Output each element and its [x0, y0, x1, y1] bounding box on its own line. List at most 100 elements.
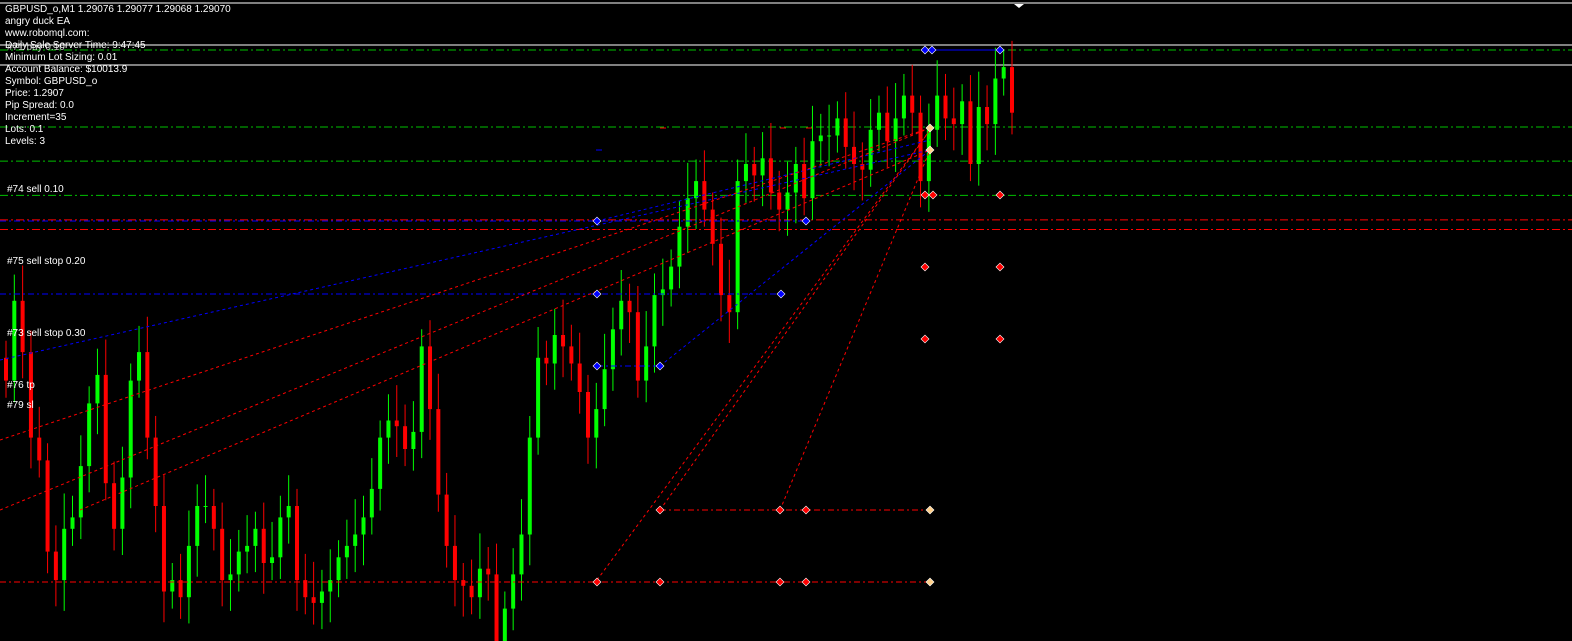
candle-body — [386, 420, 391, 438]
order-label-buy: #71 buy 0.10 — [7, 42, 65, 53]
candle-body — [843, 118, 848, 147]
red-order-arrow-icon — [920, 334, 930, 344]
candle-body — [810, 141, 815, 199]
candle-body — [403, 426, 408, 449]
candle-body — [45, 460, 50, 552]
candle-body — [195, 506, 200, 546]
candle-body — [1001, 67, 1006, 79]
candle-body — [893, 118, 898, 142]
red-order-arrow-icon — [995, 334, 1005, 344]
candle-body — [95, 374, 100, 404]
candle-body — [4, 357, 8, 381]
candle-body — [20, 300, 25, 353]
trade-connector-line — [79, 149, 931, 511]
candle-body — [710, 209, 715, 244]
candle-body — [353, 534, 358, 546]
candle-body — [527, 437, 532, 535]
candle-body — [203, 506, 208, 507]
candle-body — [827, 135, 832, 137]
candle-body — [53, 551, 58, 581]
blue-order-arrow-icon — [655, 361, 665, 371]
candle-body — [910, 95, 915, 113]
candle-body — [569, 346, 574, 364]
min-lot-sizing: Minimum Lot Sizing: 0.01 — [5, 52, 118, 63]
candle-body — [511, 574, 516, 609]
current-price: Price: 1.2907 — [5, 88, 64, 99]
order-label-sl: #79 sl — [7, 400, 34, 411]
ea-website: www.robomql.com: — [5, 28, 90, 39]
candle-body — [236, 551, 241, 575]
candle-body — [502, 608, 507, 641]
red-order-arrow-icon — [801, 577, 811, 587]
candle-body — [270, 557, 275, 563]
blue-order-arrow-icon — [801, 216, 811, 226]
candle-body — [561, 335, 566, 347]
candle-body — [220, 528, 225, 581]
symbol-name: Symbol: GBPUSD_o — [5, 76, 98, 87]
candle-body — [752, 164, 757, 176]
candle-body — [419, 346, 424, 432]
candle-body — [137, 352, 142, 381]
candle-body — [760, 158, 765, 176]
chart-window[interactable]: GBPUSD_o,M1 1.29076 1.29077 1.29068 1.29… — [0, 0, 1572, 641]
candle-body — [743, 164, 748, 182]
candle-body — [685, 198, 690, 227]
candle-body — [319, 591, 324, 603]
candle-body — [436, 409, 441, 495]
candle-body — [768, 158, 773, 193]
candle-body — [211, 506, 216, 529]
candle-body — [469, 585, 474, 598]
levels: Levels: 3 — [5, 136, 46, 147]
candle-body — [585, 392, 590, 438]
red-order-arrow-icon — [655, 505, 665, 515]
candle-body — [253, 528, 258, 546]
blue-order-arrow-icon — [592, 216, 602, 226]
candle-body — [677, 226, 682, 267]
candle-body — [178, 580, 183, 598]
candle-body — [70, 517, 75, 529]
red-order-arrow-icon — [775, 577, 785, 587]
candle-body — [852, 146, 857, 164]
candle-body — [901, 95, 906, 119]
candle-body — [394, 420, 399, 427]
candle-body — [943, 95, 948, 119]
candle-body — [228, 574, 233, 581]
candle-body — [619, 300, 624, 330]
candle-body — [186, 545, 191, 598]
candle-body — [918, 112, 923, 182]
increment: Increment=35 — [5, 112, 67, 123]
candle-body — [876, 112, 881, 130]
candle-body — [644, 346, 649, 381]
blue-order-arrow-icon — [927, 45, 937, 55]
candle-body — [261, 528, 266, 563]
candle-body — [112, 483, 117, 529]
candle-body — [303, 580, 308, 598]
candle-body — [369, 488, 374, 518]
candle-body — [477, 568, 482, 598]
candle-body — [378, 437, 383, 489]
candle-body — [835, 118, 840, 136]
candle-body — [652, 295, 657, 347]
candle-body — [1010, 67, 1014, 113]
order-label-tp: #76 tp — [7, 380, 35, 391]
candle-body — [161, 506, 166, 592]
candle-body — [486, 568, 491, 575]
candle-body — [12, 300, 17, 381]
candle-body — [627, 300, 632, 313]
candle-body — [245, 545, 250, 552]
candle-body — [145, 352, 150, 438]
price-chart[interactable] — [0, 0, 1572, 641]
candle-body — [577, 363, 582, 392]
candle-body — [361, 517, 366, 535]
lots: Lots: 0.1 — [5, 124, 44, 135]
closed-order-arrow-icon — [925, 577, 935, 587]
candle-body — [494, 574, 499, 641]
candle-body — [552, 335, 557, 364]
trade-connector-line — [596, 139, 931, 222]
candle-body — [411, 431, 416, 449]
candle-body — [336, 557, 341, 581]
candle-body — [461, 580, 466, 586]
candle-body — [694, 181, 699, 199]
candle-body — [793, 164, 798, 193]
candle-body — [120, 477, 125, 529]
